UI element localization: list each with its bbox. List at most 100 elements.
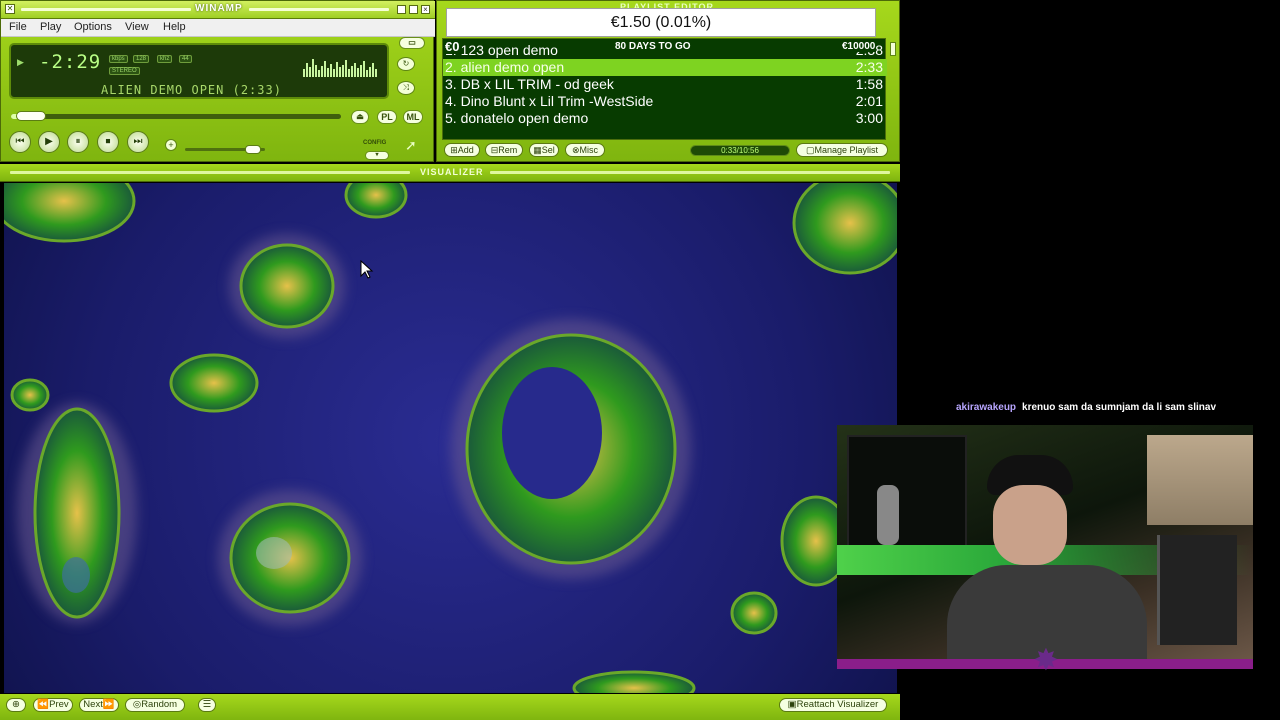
winamp-logo-icon[interactable]: ✕: [5, 4, 15, 14]
bitrate-value: 128: [133, 55, 150, 63]
config-button[interactable]: ▾: [365, 151, 389, 160]
minimize-button[interactable]: [397, 5, 406, 14]
play-button[interactable]: ▶: [38, 131, 60, 153]
visualizer-next-button[interactable]: Next⏩: [79, 698, 119, 712]
playlist-row[interactable]: 2. alien demo open 2:33: [443, 59, 887, 76]
seek-bar[interactable]: [11, 111, 341, 121]
select-icon: ▦: [533, 145, 542, 155]
playlist-row[interactable]: 4. Dino Blunt x Lil Trim -WestSide 2:01: [443, 93, 887, 110]
volume-knob[interactable]: [245, 145, 261, 154]
visualizer-next-label: Next: [83, 699, 103, 710]
playlist-row-title: 3. DB x LIL TRIM - od geek: [445, 76, 614, 92]
title-stripe-left: [21, 8, 191, 11]
spectrum-analyzer[interactable]: [301, 51, 381, 77]
misc-icon: ⊗: [571, 145, 580, 155]
visualizer-title-bar[interactable]: VISUALIZER: [0, 164, 900, 182]
display-panel: ▶ -2:29 kbps 128 khz 44 STEREO ALIEN DEM…: [9, 43, 389, 99]
config-label: CONFIG: [363, 140, 387, 146]
playlist-list[interactable]: 1. 123 open demo2:382. alien demo open2:…: [442, 38, 887, 140]
winamp-main-window: ✕ WINAMP × File Play Options View Help ▶…: [0, 0, 435, 162]
chat-username: akirawakeup: [956, 402, 1017, 413]
playlist-toggle-button[interactable]: PL: [377, 110, 397, 124]
playlist-misc-label: Misc: [579, 145, 599, 155]
play-status-icon: ▶: [17, 57, 24, 67]
add-icon: ⊞: [450, 145, 458, 155]
resize-grip-icon[interactable]: ➚: [405, 137, 417, 154]
playlist-row-title: 1. 123 open demo: [445, 42, 558, 58]
visualizer-title: VISUALIZER: [420, 167, 484, 177]
visualizer-options-icon[interactable]: ☰: [198, 698, 216, 712]
visualizer-prev-label: Prev: [49, 699, 69, 710]
mouse-cursor-icon: [360, 260, 374, 279]
menu-bar: File Play Options View Help: [1, 19, 435, 37]
playlist-remove-button[interactable]: ⊟Rem: [485, 143, 523, 157]
main-title: WINAMP: [195, 3, 243, 14]
playlist-row-title: 4. Dino Blunt x Lil Trim -WestSide: [445, 93, 654, 109]
webcam-microphone: [877, 485, 899, 545]
spectrum-bars: [303, 59, 377, 77]
song-title-ticker[interactable]: ALIEN DEMO OPEN (2:33): [101, 83, 282, 97]
stereo-indicator: STEREO: [109, 67, 140, 75]
chat-message: akirawakeup krenuo sam da sumnjam da li s…: [956, 402, 1216, 413]
visualizer-random-button[interactable]: ◎Random: [125, 698, 185, 712]
goal-start-label: €0: [445, 39, 462, 54]
repeat-toggle-icon[interactable]: ↻: [397, 57, 415, 71]
visualizer-blobs: [4, 183, 897, 693]
webcam-keyboard-stand: [1157, 535, 1237, 645]
playlist-row-title: 5. donatelo open demo: [445, 110, 589, 126]
playlist-add-label: Add: [457, 145, 474, 155]
media-library-toggle-button[interactable]: ML: [403, 110, 423, 124]
previous-button[interactable]: ⏮: [9, 131, 31, 153]
webcam-face: [993, 485, 1067, 565]
volume-slider[interactable]: [185, 145, 265, 154]
playlist-misc-button[interactable]: ⊗Misc: [565, 143, 605, 157]
main-title-bar[interactable]: ✕ WINAMP ×: [1, 1, 435, 19]
playlist-add-button[interactable]: ⊞Add: [444, 143, 480, 157]
seek-knob[interactable]: [15, 111, 46, 121]
visualizer-random-label: Random: [141, 699, 178, 710]
kbps-label: kbps: [109, 55, 128, 63]
menu-view[interactable]: View: [125, 21, 149, 33]
visualizer-prev-button[interactable]: ⏪Prev: [33, 698, 73, 712]
reattach-visualizer-label: Reattach Visualizer: [796, 699, 879, 710]
shuffle-toggle-icon[interactable]: ⤨: [397, 81, 415, 95]
playlist-scrollbar-thumb[interactable]: [890, 42, 896, 56]
stop-button[interactable]: ⏹: [97, 131, 119, 153]
menu-play[interactable]: Play: [40, 21, 61, 33]
close-button[interactable]: ×: [421, 5, 430, 14]
menu-options[interactable]: Options: [74, 21, 112, 33]
next-button[interactable]: ⏭: [127, 131, 149, 153]
playlist-row[interactable]: 5. donatelo open demo 3:00: [443, 110, 887, 127]
menu-file[interactable]: File: [9, 21, 27, 33]
webcam-wall-flag: [1147, 435, 1253, 525]
webcam-feed: [837, 425, 1253, 669]
menu-help[interactable]: Help: [163, 21, 186, 33]
visualizer-canvas[interactable]: [4, 183, 897, 693]
eject-side-button[interactable]: ▭: [399, 37, 425, 49]
playlist-row-duration: 3:00: [855, 110, 883, 126]
pause-button[interactable]: ⏸: [67, 131, 89, 153]
vis-stripe-left: [10, 171, 410, 174]
samplerate-value: 44: [179, 55, 192, 63]
manage-playlist-label: Manage Playlist: [814, 145, 879, 155]
stream-badge-icon: ✸: [1033, 644, 1059, 677]
playlist-select-button[interactable]: ▦Sel: [529, 143, 559, 157]
vis-stripe-right: [490, 171, 890, 174]
time-display[interactable]: -2:29: [39, 51, 101, 73]
reattach-icon: ▣: [787, 699, 797, 710]
donation-amount: €1.50 (0.01%): [446, 8, 876, 37]
shade-button[interactable]: [409, 5, 418, 14]
manage-playlist-button[interactable]: ▢Manage Playlist: [796, 143, 888, 157]
reattach-visualizer-button[interactable]: ▣Reattach Visualizer: [779, 698, 887, 712]
playlist-row-title: 2. alien demo open: [445, 59, 565, 75]
goal-end-label: €10000: [841, 41, 877, 52]
next-icon: ⏩: [102, 699, 115, 710]
playlist-remove-label: Rem: [498, 145, 518, 155]
visualizer-menu-icon[interactable]: ⊕: [6, 698, 26, 712]
prev-icon: ⏪: [37, 699, 50, 710]
goal-days-label: 80 DAYS TO GO: [615, 41, 691, 52]
playlist-select-label: Sel: [541, 145, 555, 155]
eject-button[interactable]: ⏏: [351, 110, 369, 124]
playlist-row[interactable]: 3. DB x LIL TRIM - od geek 1:58: [443, 76, 887, 93]
chat-text: krenuo sam da sumnjam da li sam slinav: [1022, 402, 1217, 413]
